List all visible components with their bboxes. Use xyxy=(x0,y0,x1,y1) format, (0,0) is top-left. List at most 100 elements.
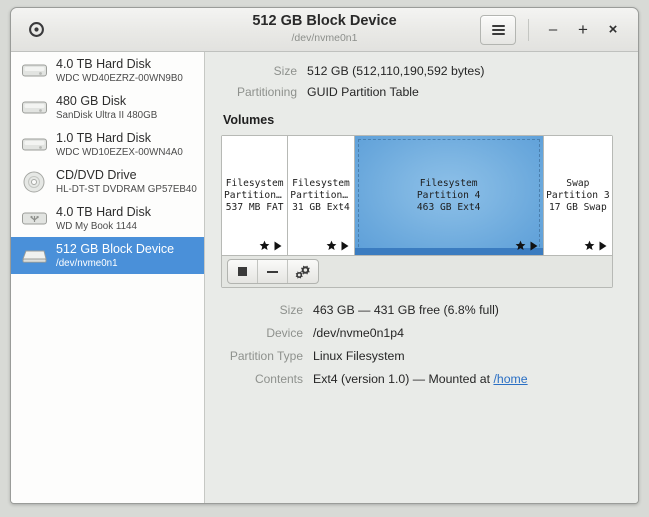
device-model: WD My Book 1144 xyxy=(56,220,137,232)
sidebar-item-device-0[interactable]: 4.0 TB Hard Disk WDC WD40EZRZ-00WN9B0 xyxy=(11,52,204,89)
partition-line-3: 17 GB Swap xyxy=(548,201,607,213)
minimize-button[interactable]: – xyxy=(538,15,568,45)
device-name: 1.0 TB Hard Disk xyxy=(56,130,151,145)
volumes-widget: Filesystem Partition 1… 537 MB FAT Files… xyxy=(221,135,613,288)
volume-action-buttons xyxy=(227,259,319,284)
play-triangle-icon xyxy=(341,241,349,250)
disks-window: 512 GB Block Device /dev/nvme0n1 – + × 4… xyxy=(10,7,639,504)
info-label: Partitioning xyxy=(236,85,297,99)
hamburger-menu-button[interactable] xyxy=(480,14,516,45)
info-value: Linux Filesystem xyxy=(313,349,405,363)
hamburger-menu-icon xyxy=(491,23,505,37)
hard-disk-icon xyxy=(19,94,49,122)
partition-line-2: Partition 4 xyxy=(416,189,481,201)
sidebar-item-text: 512 GB Block Device /dev/nvme0n1 xyxy=(56,242,174,270)
info-label: Contents xyxy=(254,372,303,386)
partition-line-1: Filesystem xyxy=(419,177,478,189)
drive-info-row-size: Size 512 GB (512,110,190,592 bytes) xyxy=(221,64,622,78)
info-label: Device xyxy=(266,326,303,340)
partition-line-3: 463 GB Ext4 xyxy=(416,201,481,213)
partition-marks xyxy=(259,240,282,251)
partition-details: Size 463 GB — 431 GB free (6.8% full) De… xyxy=(221,303,622,386)
optical-disc-icon xyxy=(19,168,49,196)
stop-square-icon xyxy=(238,267,247,276)
info-value: Ext4 (version 1.0) — Mounted at /home xyxy=(313,372,528,386)
star-icon xyxy=(584,240,595,250)
partition-line-2: Partition 2 xyxy=(290,189,354,201)
info-label: Size xyxy=(279,303,303,317)
unmount-button[interactable] xyxy=(258,260,288,283)
partition-marks xyxy=(326,240,349,251)
partition-bar: Filesystem Partition 1… 537 MB FAT Files… xyxy=(222,136,612,256)
gear-icon xyxy=(295,265,310,279)
device-name: 480 GB Disk xyxy=(56,93,127,108)
window-controls: – + × xyxy=(480,14,628,45)
device-model: WDC WD40EZRZ-00WN9B0 xyxy=(56,72,183,84)
device-name: 4.0 TB Hard Disk xyxy=(56,56,151,71)
titlebar: 512 GB Block Device /dev/nvme0n1 – + × xyxy=(11,8,638,52)
volumes-heading: Volumes xyxy=(223,113,275,127)
info-value: /dev/nvme0n1p4 xyxy=(313,326,404,340)
device-model: HL-DT-ST DVDRAM GP57EB40 xyxy=(56,183,197,195)
star-icon xyxy=(515,240,526,250)
device-name: CD/DVD Drive xyxy=(56,167,137,182)
titlebar-divider xyxy=(528,18,529,41)
partition-marks xyxy=(515,240,538,251)
sidebar-item-device-4[interactable]: 4.0 TB Hard Disk WD My Book 1144 xyxy=(11,200,204,237)
partition-line-1: Swap xyxy=(566,177,590,189)
device-model: /dev/nvme0n1 xyxy=(56,257,118,269)
sidebar-item-device-1[interactable]: 480 GB Disk SanDisk Ultra II 480GB xyxy=(11,89,204,126)
drive-detail-panel: Size 512 GB (512,110,190,592 bytes) Part… xyxy=(205,52,638,503)
info-label: Partition Type xyxy=(229,349,303,363)
sidebar-item-device-2[interactable]: 1.0 TB Hard Disk WDC WD10EZEX-00WN4A0 xyxy=(11,126,204,163)
partition-line-3: 31 GB Ext4 xyxy=(292,201,350,213)
partition-segment-1[interactable]: Filesystem Partition 1… 537 MB FAT xyxy=(222,136,289,255)
sidebar-item-device-5[interactable]: 512 GB Block Device /dev/nvme0n1 xyxy=(11,237,204,274)
partition-segment-3[interactable]: Swap Partition 3 17 GB Swap xyxy=(543,136,612,255)
sidebar-item-text: 480 GB Disk SanDisk Ultra II 480GB xyxy=(56,94,157,122)
play-triangle-icon xyxy=(599,241,607,250)
partition-detail-row-contents: Contents Ext4 (version 1.0) — Mounted at… xyxy=(221,372,622,386)
play-triangle-icon xyxy=(530,241,538,250)
close-button[interactable]: × xyxy=(598,15,628,45)
usb-drive-icon xyxy=(19,205,49,233)
stop-button[interactable] xyxy=(228,260,258,283)
partition-line-2: Partition 1… xyxy=(224,189,288,201)
star-icon xyxy=(259,240,270,250)
partition-line-1: Filesystem xyxy=(225,177,284,189)
volume-toolbar xyxy=(222,256,612,287)
partition-segment-4[interactable]: Filesystem Partition 4 463 GB Ext4 xyxy=(354,136,544,255)
more-actions-button[interactable] xyxy=(288,260,318,283)
device-model: WDC WD10EZEX-00WN4A0 xyxy=(56,146,183,158)
sidebar-item-text: 4.0 TB Hard Disk WD My Book 1144 xyxy=(56,205,151,233)
partition-detail-row-type: Partition Type Linux Filesystem xyxy=(221,349,622,363)
window-body: 4.0 TB Hard Disk WDC WD40EZRZ-00WN9B0 48… xyxy=(11,52,638,503)
block-device-icon xyxy=(19,242,49,270)
device-sidebar: 4.0 TB Hard Disk WDC WD40EZRZ-00WN9B0 48… xyxy=(11,52,205,503)
partition-line-2: Partition 3 xyxy=(546,189,610,201)
partition-line-1: Filesystem xyxy=(292,177,350,189)
partition-detail-row-device: Device /dev/nvme0n1p4 xyxy=(221,326,622,340)
sidebar-item-text: 4.0 TB Hard Disk WDC WD40EZRZ-00WN9B0 xyxy=(56,57,183,85)
minus-icon xyxy=(267,270,278,273)
drive-info-row-partitioning: Partitioning GUID Partition Table xyxy=(221,85,622,99)
partition-marks xyxy=(584,240,607,251)
sidebar-item-text: CD/DVD Drive HL-DT-ST DVDRAM GP57EB40 xyxy=(56,168,197,196)
contents-text: Ext4 (version 1.0) — Mounted at xyxy=(313,372,494,386)
hard-disk-icon xyxy=(19,57,49,85)
device-name: 512 GB Block Device xyxy=(56,241,175,256)
partition-detail-row-size: Size 463 GB — 431 GB free (6.8% full) xyxy=(221,303,622,317)
sidebar-item-text: 1.0 TB Hard Disk WDC WD10EZEX-00WN4A0 xyxy=(56,131,183,159)
sidebar-item-device-3[interactable]: CD/DVD Drive HL-DT-ST DVDRAM GP57EB40 xyxy=(11,163,204,200)
info-value: 463 GB — 431 GB free (6.8% full) xyxy=(313,303,499,317)
info-value: 512 GB (512,110,190,592 bytes) xyxy=(307,64,485,78)
play-triangle-icon xyxy=(274,241,282,250)
info-label: Size xyxy=(273,64,297,78)
maximize-button[interactable]: + xyxy=(568,15,598,45)
hard-disk-icon xyxy=(19,131,49,159)
info-value: GUID Partition Table xyxy=(307,85,419,99)
partition-line-3: 537 MB FAT xyxy=(225,201,284,213)
partition-segment-2[interactable]: Filesystem Partition 2 31 GB Ext4 xyxy=(288,136,355,255)
mount-point-link[interactable]: /home xyxy=(493,372,527,386)
star-icon xyxy=(326,240,336,250)
